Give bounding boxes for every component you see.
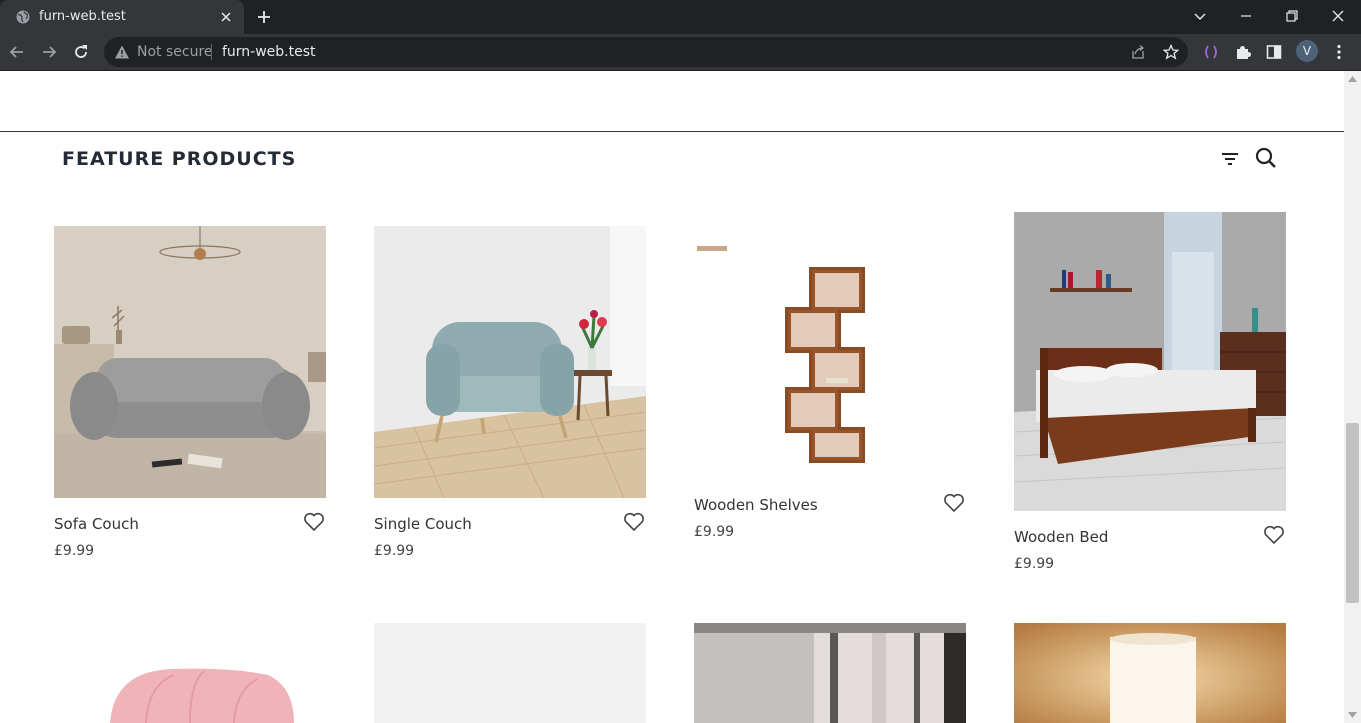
address-bar[interactable]: Not secure furn-web.test	[104, 37, 1188, 67]
product-image-pink-chair[interactable]	[54, 623, 326, 723]
warning-icon[interactable]	[114, 44, 130, 60]
filter-icon[interactable]	[1220, 151, 1240, 167]
scroll-down-icon[interactable]	[1348, 712, 1357, 718]
heart-icon[interactable]	[303, 512, 325, 532]
close-icon[interactable]	[218, 9, 234, 25]
extension-brackets-icon[interactable]	[1202, 43, 1220, 61]
back-icon[interactable]	[7, 42, 27, 62]
product-image-single-couch[interactable]	[374, 226, 646, 498]
browser-toolbar: Not secure furn-web.test V	[0, 34, 1361, 71]
reload-icon[interactable]	[71, 42, 91, 62]
browser-tab-strip: furn-web.test	[0, 0, 1361, 34]
product-name[interactable]: Wooden Bed	[1014, 528, 1108, 546]
scrollbar-thumb[interactable]	[1346, 423, 1359, 603]
product-name[interactable]: Sofa Couch	[54, 515, 139, 533]
product-image[interactable]	[374, 623, 646, 723]
page-viewport: FEATURE PRODUCTS Sofa Couch £9.99 Single…	[0, 71, 1344, 723]
side-panel-icon[interactable]	[1265, 43, 1283, 61]
product-image-sofa[interactable]	[54, 226, 326, 498]
heart-icon[interactable]	[1263, 525, 1285, 545]
product-price: £9.99	[694, 524, 735, 540]
restore-icon[interactable]	[1283, 7, 1301, 25]
new-tab-icon[interactable]	[256, 9, 272, 25]
address-divider	[211, 44, 212, 60]
heart-icon[interactable]	[623, 512, 645, 532]
product-price: £9.99	[374, 543, 415, 559]
product-image-wooden-shelves[interactable]	[694, 226, 966, 479]
section-title: FEATURE PRODUCTS	[62, 148, 297, 170]
product-name[interactable]: Wooden Shelves	[694, 496, 818, 514]
close-window-icon[interactable]	[1329, 7, 1347, 25]
header-divider	[0, 131, 1344, 132]
search-icon[interactable]	[1255, 147, 1277, 169]
scroll-up-icon[interactable]	[1348, 76, 1357, 82]
forward-icon[interactable]	[39, 42, 59, 62]
product-image-lamp[interactable]	[1014, 623, 1286, 723]
share-icon[interactable]	[1130, 44, 1146, 60]
browser-tab[interactable]: furn-web.test	[0, 0, 244, 34]
page-scrollbar[interactable]	[1344, 71, 1361, 723]
url-text[interactable]: furn-web.test	[222, 44, 316, 60]
product-image-room[interactable]	[694, 623, 966, 723]
tab-title: furn-web.test	[39, 9, 126, 24]
extensions-puzzle-icon[interactable]	[1234, 43, 1252, 61]
kebab-menu-icon[interactable]	[1330, 43, 1348, 61]
globe-icon	[16, 10, 30, 24]
minimize-icon[interactable]	[1237, 7, 1255, 25]
product-price: £9.99	[54, 543, 95, 559]
product-name[interactable]: Single Couch	[374, 515, 472, 533]
product-price: £9.99	[1014, 556, 1055, 572]
tab-search-icon[interactable]	[1191, 7, 1209, 25]
star-icon[interactable]	[1163, 44, 1179, 60]
product-image-wooden-bed[interactable]	[1014, 212, 1286, 511]
heart-icon[interactable]	[943, 493, 965, 513]
profile-avatar[interactable]: V	[1296, 40, 1318, 62]
security-status[interactable]: Not secure	[137, 44, 213, 60]
